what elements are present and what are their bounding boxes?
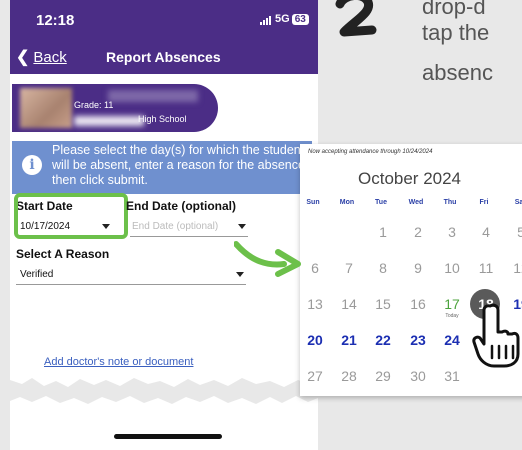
home-indicator (114, 434, 222, 439)
info-text: Please select the day(s) for which the s… (52, 143, 309, 187)
calendar-day: 28 (341, 368, 357, 384)
reason-value: Verified (20, 269, 54, 280)
instruction-line-1: drop-d (422, 0, 486, 19)
calendar-day: 4 (482, 224, 490, 240)
calendar-day[interactable]: 23 (403, 332, 433, 348)
avatar (20, 88, 72, 128)
calendar-day: 31 (444, 368, 460, 384)
info-icon: i (22, 155, 42, 175)
add-document-link[interactable]: Add doctor's note or document (44, 356, 193, 368)
instruction-line-2: tap the (422, 20, 490, 45)
weekday-header: Fri (479, 199, 489, 206)
calendar-day: 13 (307, 296, 323, 312)
page-title: Report Absences (106, 49, 221, 65)
calendar-day: 10 (444, 260, 460, 276)
calendar-day: 29 (375, 368, 391, 384)
signal-icon (260, 13, 272, 25)
chevron-down-icon (238, 224, 246, 229)
weekday-header: Wed (408, 199, 424, 206)
student-school: High School (138, 114, 187, 124)
end-date-underline (130, 236, 248, 237)
calendar-day: 2 (414, 224, 422, 240)
calendar-day: 3 (448, 224, 456, 240)
chevron-left-icon: ❮ (16, 49, 30, 66)
calendar-day: 16 (410, 296, 426, 312)
phone-screen: 12:18 5G 63 ❮ Back Report Absences Grade: … (10, 0, 318, 450)
weekday-header: Tue (375, 199, 387, 206)
status-time: 12:18 (36, 12, 75, 29)
calendar-day: 1 (379, 224, 387, 240)
student-name-redacted (108, 90, 198, 102)
calendar-day: 8 (379, 260, 387, 276)
student-card[interactable]: Grade: 11 High School (12, 84, 218, 132)
calendar-day: 12 (513, 260, 522, 276)
calendar-day[interactable]: 21 (334, 332, 364, 348)
calendar-day: 14 (341, 296, 357, 312)
status-indicators: 5G 63 (260, 13, 309, 25)
calendar-day[interactable]: 20 (300, 332, 330, 348)
back-label: Back (33, 49, 67, 66)
calendar-day: 5 (517, 224, 522, 240)
info-banner: i Please select the day(s) for which the… (12, 141, 312, 194)
weekday-header: Mon (339, 199, 355, 206)
calendar-day: 9 (414, 260, 422, 276)
calendar-day: 27 (307, 368, 323, 384)
step-number-icon (335, 0, 377, 37)
calendar-day[interactable]: 24 (437, 332, 467, 348)
calendar-day: 30 (410, 368, 426, 384)
network-type: 5G (275, 13, 290, 25)
weekday-header: Thu (443, 199, 457, 206)
calendar-day: 7 (345, 260, 353, 276)
calendar-day: 15 (375, 296, 391, 312)
reason-label: Select A Reason (16, 247, 110, 261)
reason-underline (16, 284, 246, 285)
calendar-note: Now accepting attendance through 10/24/2… (308, 149, 433, 155)
back-button[interactable]: ❮ Back (16, 47, 67, 67)
end-date-label: End Date (optional) (126, 199, 236, 213)
end-date-placeholder: End Date (optional) (132, 221, 219, 232)
arrow-right-icon (234, 241, 301, 277)
calendar-month: October 2024 (358, 169, 462, 188)
student-grade: Grade: 11 (74, 100, 114, 110)
school-name-redacted (74, 116, 144, 126)
hand-cursor-icon (472, 303, 520, 368)
today-label: Today (445, 313, 459, 319)
weekday-header: Sa (514, 199, 522, 206)
calendar-day[interactable]: 17 (437, 296, 467, 312)
calendar-day: 11 (478, 260, 494, 276)
weekday-header: Sun (306, 199, 320, 206)
app-header: 12:18 5G 63 ❮ Back Report Absences (10, 0, 318, 74)
torn-edge (10, 378, 318, 404)
start-date-highlight (14, 193, 128, 239)
battery-icon: 63 (291, 14, 309, 25)
calendar-day[interactable]: 22 (368, 332, 398, 348)
instruction-line-3: absenc (422, 60, 493, 85)
